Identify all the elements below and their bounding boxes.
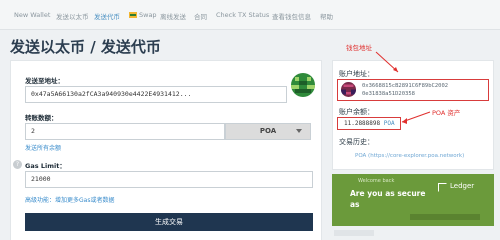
nav-send-ether[interactable]: 发送以太币 xyxy=(56,11,89,21)
nav-send-token[interactable]: 发送代币 xyxy=(94,11,120,21)
unit-select-value: POA xyxy=(259,127,277,135)
unit-select[interactable]: POA xyxy=(225,123,311,140)
help-icon[interactable]: ? xyxy=(13,160,22,169)
amount-label: 转账数额： xyxy=(25,114,58,122)
transaction-history-label: 交易历史： xyxy=(339,138,374,146)
account-balance-label: 账户余额： xyxy=(339,108,374,116)
ledger-ad-banner[interactable]: Welcome back Are you as secure as Ledger xyxy=(332,174,494,226)
nav-offline-send[interactable]: 离线发送 xyxy=(160,11,186,21)
ad-brand: Ledger xyxy=(450,182,475,190)
recipient-identicon xyxy=(291,73,315,97)
ad-headline-line-2: as xyxy=(350,200,360,209)
poa-assets-annotation: POA 资产 xyxy=(432,109,461,117)
ad-watermark xyxy=(410,214,480,220)
advanced-options-link[interactable]: 高级功能：增加更多Gas或者数据 xyxy=(25,195,114,204)
account-identicon xyxy=(341,82,356,97)
account-info-card: 账户地址： 0x3668815cB2891C6F89bC2002 0e31838… xyxy=(332,60,494,170)
account-balance-highlight: 11.2888898 POA xyxy=(337,117,401,130)
nav-new-wallet[interactable]: New Wallet xyxy=(14,11,50,19)
nav-swap[interactable]: Swap xyxy=(129,11,157,19)
amount-input[interactable]: 2 xyxy=(25,123,225,140)
account-address-label: 账户地址： xyxy=(339,70,374,78)
to-address-input[interactable]: 0x47a5A66130a2fCA3a940930e4422E4931412..… xyxy=(25,86,287,103)
bottom-panel-edge xyxy=(334,230,374,236)
transaction-history-link[interactable]: POA (https://core-explorer.poa.network) xyxy=(355,153,464,159)
send-entire-balance-link[interactable]: 发送所有余额 xyxy=(25,143,61,152)
account-balance-value: 11.2888898 POA xyxy=(344,120,395,127)
nav-view-wallet-info[interactable]: 查看钱包信息 xyxy=(272,11,311,21)
nav-check-tx-status[interactable]: Check TX Status xyxy=(216,11,269,19)
gas-limit-input[interactable]: 21000 xyxy=(25,171,313,188)
send-form-card: 发送至地址： 0x47a5A66130a2fCA3a940930e4422E49… xyxy=(10,60,322,240)
ad-headline-line-1: Are you as secure xyxy=(350,189,426,198)
ledger-logo-icon xyxy=(438,183,447,192)
ad-welcome-text: Welcome back xyxy=(358,178,395,184)
wallet-address-annotation: 钱包地址 xyxy=(346,44,372,52)
swap-icon xyxy=(129,12,137,18)
account-address-line-2: 0e31838a51D20358 xyxy=(362,91,415,97)
nav-contracts[interactable]: 合同 xyxy=(194,11,207,21)
chevron-down-icon xyxy=(296,129,302,133)
page-title: 发送以太币 / 发送代币 xyxy=(10,38,161,56)
top-navigation: New Wallet 发送以太币 发送代币 Swap 离线发送 合同 Check… xyxy=(0,0,500,30)
gas-limit-label: Gas Limit： xyxy=(25,162,66,170)
to-address-label: 发送至地址： xyxy=(25,77,64,85)
nav-swap-label: Swap xyxy=(139,11,157,19)
account-address-line-1: 0x3668815cB2891C6F89bC2002 xyxy=(362,83,449,89)
nav-help[interactable]: 帮助 xyxy=(320,11,333,21)
account-address-highlight: 0x3668815cB2891C6F89bC2002 0e31838a51D20… xyxy=(337,79,489,101)
generate-transaction-button[interactable]: 生成交易 xyxy=(25,213,313,231)
